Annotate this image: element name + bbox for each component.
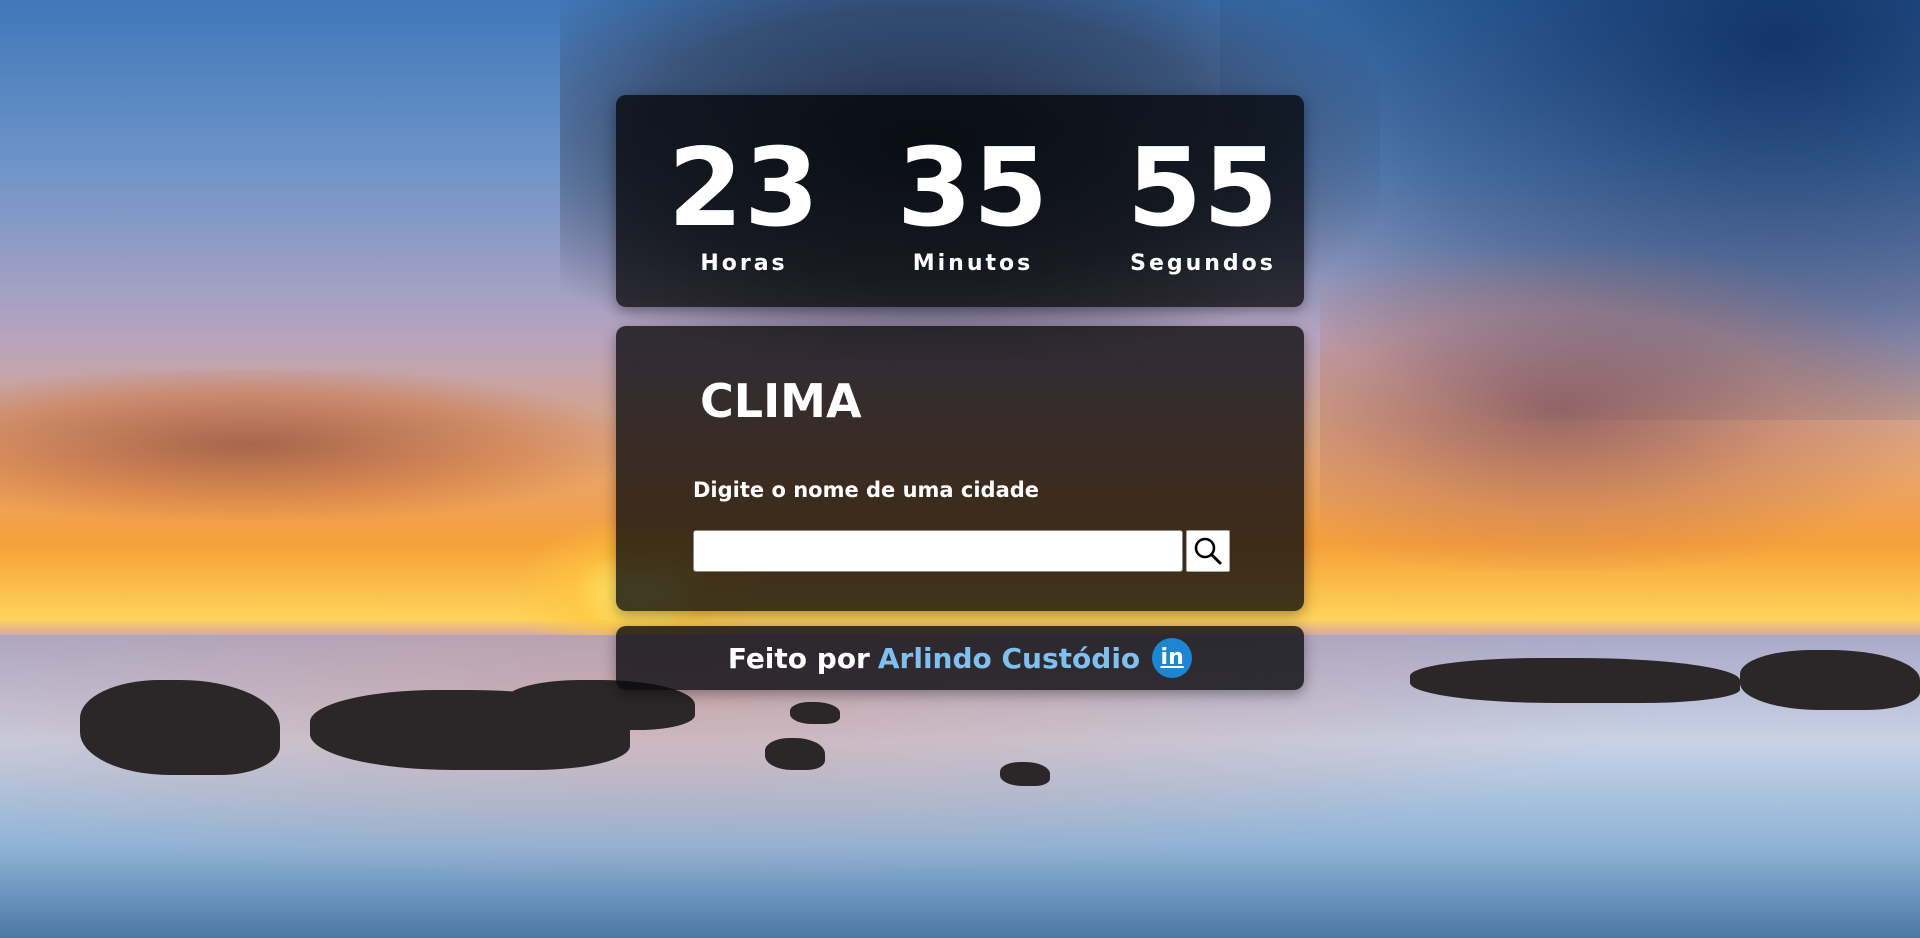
city-input-label: Digite o nome de uma cidade: [693, 478, 1040, 502]
clock-panel: 23 Horas 35 Minutos 55 Segundos: [616, 95, 1304, 307]
hours-label: Horas: [700, 251, 788, 276]
background-rock: [765, 738, 825, 770]
author-link[interactable]: Arlindo Custódio: [878, 642, 1140, 675]
background-rock: [790, 702, 840, 724]
minutes-label: Minutos: [912, 251, 1034, 276]
footer-prefix: Feito por: [727, 641, 870, 675]
seconds-value: 55: [1126, 126, 1280, 251]
background-rock: [80, 680, 280, 775]
weather-title: CLIMA: [700, 374, 862, 428]
footer-panel: Feito por Arlindo Custódio in: [616, 626, 1304, 690]
background-rock: [1410, 658, 1740, 703]
background-clouds-right: [1320, 250, 1920, 570]
hours-value: 23: [667, 126, 821, 251]
background-rock: [1740, 650, 1920, 710]
minutes-value: 35: [896, 126, 1050, 251]
seconds-label: Segundos: [1130, 251, 1276, 276]
city-search-input[interactable]: [693, 530, 1183, 572]
search-button[interactable]: [1186, 530, 1230, 572]
weather-panel: CLIMA Digite o nome de uma cidade: [616, 326, 1304, 611]
background-rock: [1000, 762, 1050, 786]
search-icon: [1187, 535, 1229, 567]
background-clouds-left: [0, 370, 620, 520]
linkedin-icon[interactable]: in: [1152, 638, 1193, 678]
footer-credit: Feito por Arlindo Custódio in: [616, 626, 1304, 690]
